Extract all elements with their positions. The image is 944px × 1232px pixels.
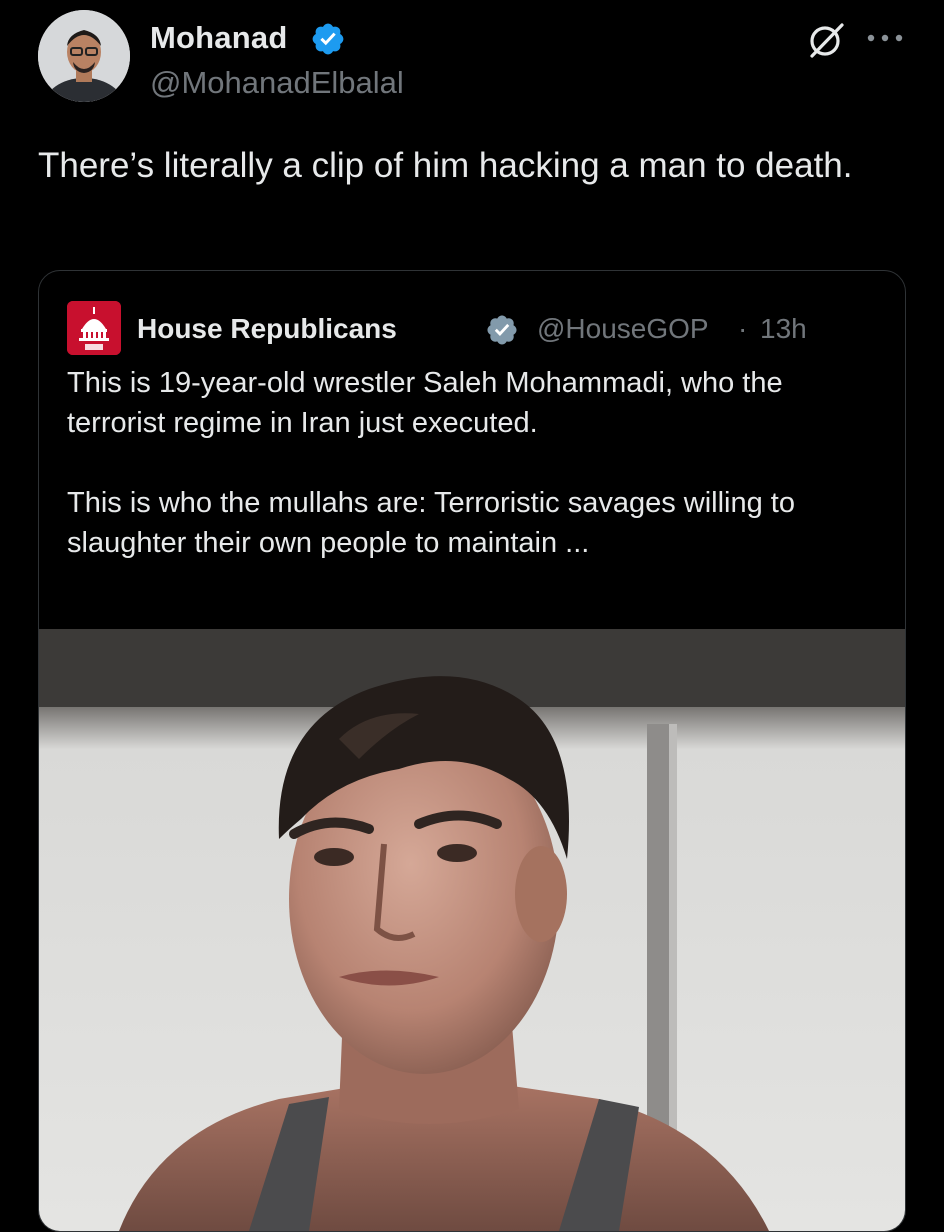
post-header: Mohanad @MohanadElbalal: [38, 10, 908, 110]
author-handle[interactable]: @MohanadElbalal: [150, 65, 404, 101]
photo-of-wrestler[interactable]: [39, 629, 905, 1231]
quoted-post-header: House Republicans @HouseGOP · 13h: [67, 301, 887, 357]
author-name[interactable]: Mohanad: [150, 20, 287, 56]
capitol-dome-logo[interactable]: [67, 301, 121, 355]
quoted-paragraph: This is 19-year-old wrestler Saleh Moham…: [67, 367, 783, 439]
quoted-paragraph: This is who the mullahs are: Terroristic…: [67, 487, 795, 559]
quoted-post-text: This is 19-year-old wrestler Saleh Moham…: [67, 363, 867, 563]
quoted-post-card[interactable]: House Republicans @HouseGOP · 13h This i…: [38, 270, 906, 1232]
quoted-author-name[interactable]: House Republicans: [137, 313, 397, 345]
post-text: There’s literally a clip of him hacking …: [38, 146, 853, 185]
more-options-icon[interactable]: [864, 28, 906, 48]
grok-icon[interactable]: [806, 20, 846, 60]
verified-badge-icon: [312, 23, 344, 55]
verified-badge-icon: [487, 315, 517, 345]
author-avatar[interactable]: [38, 10, 130, 102]
quoted-post-timestamp[interactable]: 13h: [760, 313, 807, 345]
quoted-author-handle[interactable]: @HouseGOP: [537, 313, 709, 345]
dot-separator: ·: [738, 313, 748, 344]
